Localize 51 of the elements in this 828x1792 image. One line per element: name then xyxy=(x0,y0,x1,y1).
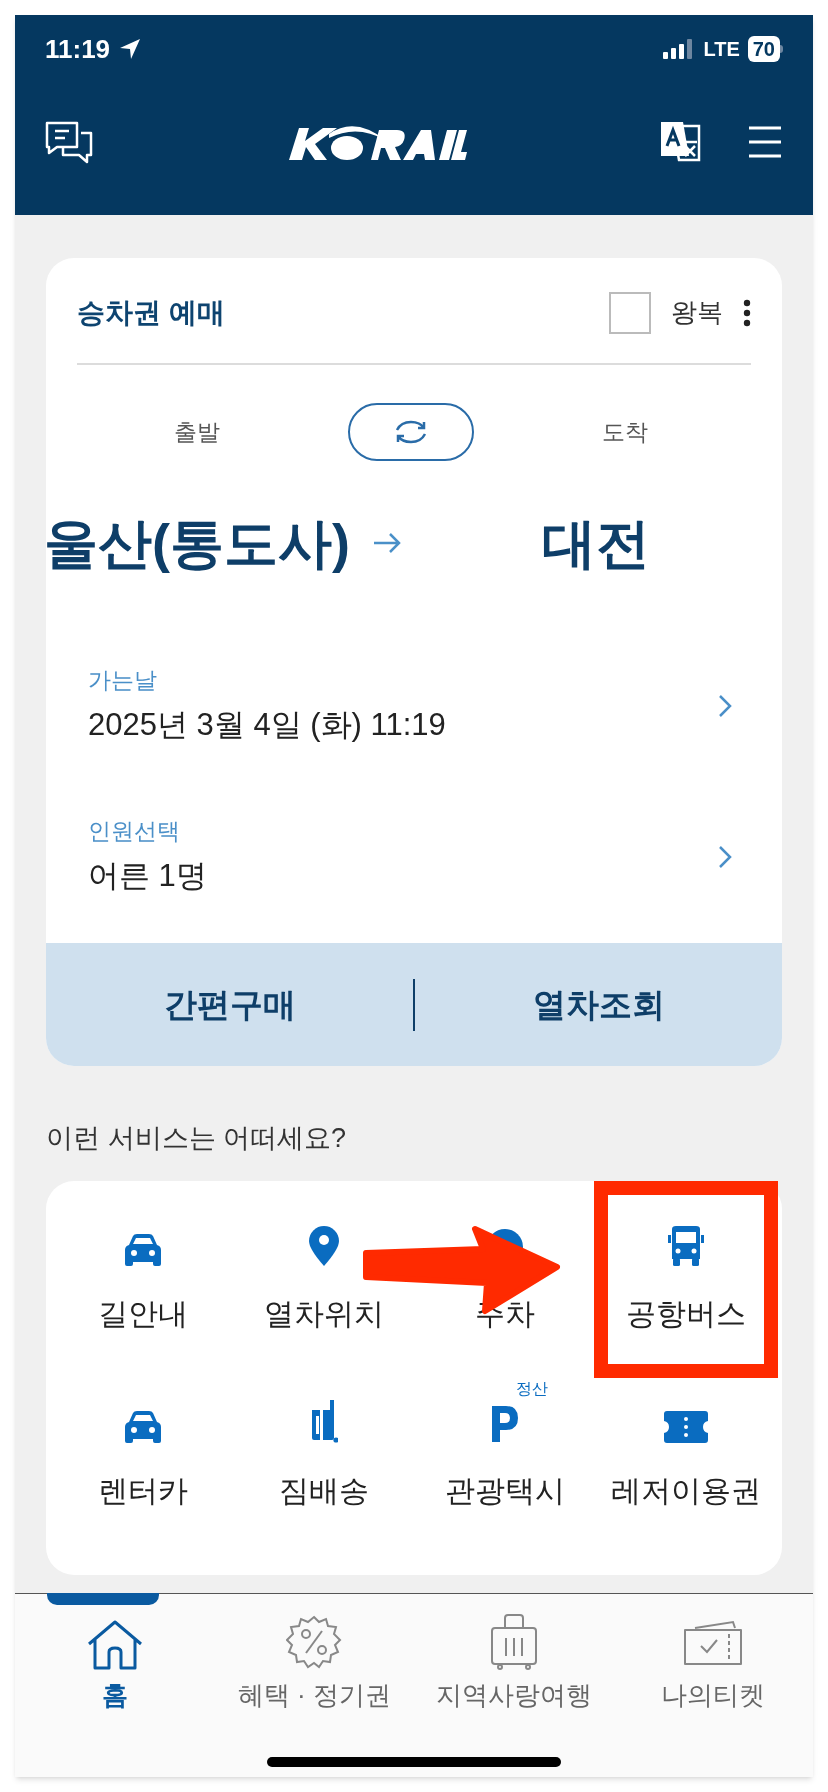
parking-icon xyxy=(489,1403,520,1444)
battery-level: 70 xyxy=(747,36,780,62)
home-icon xyxy=(86,1620,143,1670)
departure-label: 출발 xyxy=(174,417,220,447)
departure-station[interactable]: 울산(통도사) xyxy=(46,502,350,584)
luggage-icon xyxy=(309,1397,338,1444)
search-trains-button[interactable]: 열차조회 xyxy=(415,943,782,1066)
section-title: 이런 서비스는 어떠세요? xyxy=(46,1122,348,1155)
tab-bar-item[interactable]: 혜택 · 정기권 xyxy=(214,1594,414,1715)
date-row[interactable]: 가는날 2025년 3월 4일 (화) 11:19 xyxy=(46,663,782,748)
passenger-value: 어른 1명 xyxy=(88,856,207,895)
date-value: 2025년 3월 4일 (화) 11:19 xyxy=(88,705,446,744)
service-item[interactable]: 공항버스 xyxy=(595,1202,776,1336)
passenger-row[interactable]: 인원선택 어른 1명 xyxy=(46,814,782,899)
service-item[interactable]: 길안내 xyxy=(52,1202,233,1336)
location-icon xyxy=(118,37,143,61)
arrival-station[interactable]: 대전 xyxy=(541,502,650,584)
round-trip-label: 왕복 xyxy=(671,296,723,329)
round-trip-checkbox[interactable] xyxy=(609,291,651,334)
car-icon xyxy=(122,1232,163,1267)
card-title: 승차권 예매 xyxy=(77,295,225,330)
tab-bar-item[interactable]: 홈 xyxy=(15,1594,215,1715)
menu-icon[interactable] xyxy=(747,124,783,160)
car-icon xyxy=(122,1409,163,1444)
tab-bar-item[interactable]: 지역사랑여행 xyxy=(414,1594,614,1715)
chevron-right-icon xyxy=(718,844,732,869)
suitcase-icon xyxy=(488,1614,539,1670)
passenger-label: 인원선택 xyxy=(88,817,181,846)
tab-bar-item[interactable]: 나의티켓 xyxy=(613,1594,813,1715)
location-pin-icon xyxy=(306,1224,341,1267)
direction-arrow-icon xyxy=(371,532,402,554)
status-time: 11:19 xyxy=(45,32,111,66)
date-label: 가는날 xyxy=(88,666,158,695)
service-item[interactable]: 정산 관광택시 xyxy=(414,1379,595,1513)
service-item[interactable]: 레저이용권 xyxy=(595,1379,776,1513)
swap-button[interactable] xyxy=(348,403,474,461)
service-item[interactable]: 렌터카 xyxy=(52,1379,233,1513)
network-label: LTE xyxy=(703,37,740,62)
chat-icon[interactable] xyxy=(45,119,93,165)
settlement-label: 정산 xyxy=(515,1379,548,1398)
bus-icon xyxy=(665,1224,706,1267)
chevron-right-icon xyxy=(718,693,732,718)
quick-purchase-button[interactable]: 간편구매 xyxy=(46,943,413,1066)
percent-badge-icon xyxy=(286,1614,343,1670)
more-icon[interactable] xyxy=(743,298,751,327)
service-item[interactable]: 열차위치 xyxy=(233,1202,414,1336)
service-item[interactable]: 짐배송 xyxy=(233,1379,414,1513)
ticket-icon xyxy=(662,1409,709,1444)
arrival-label: 도착 xyxy=(602,417,648,447)
swap-icon xyxy=(393,420,429,444)
translate-icon[interactable] xyxy=(659,120,703,164)
